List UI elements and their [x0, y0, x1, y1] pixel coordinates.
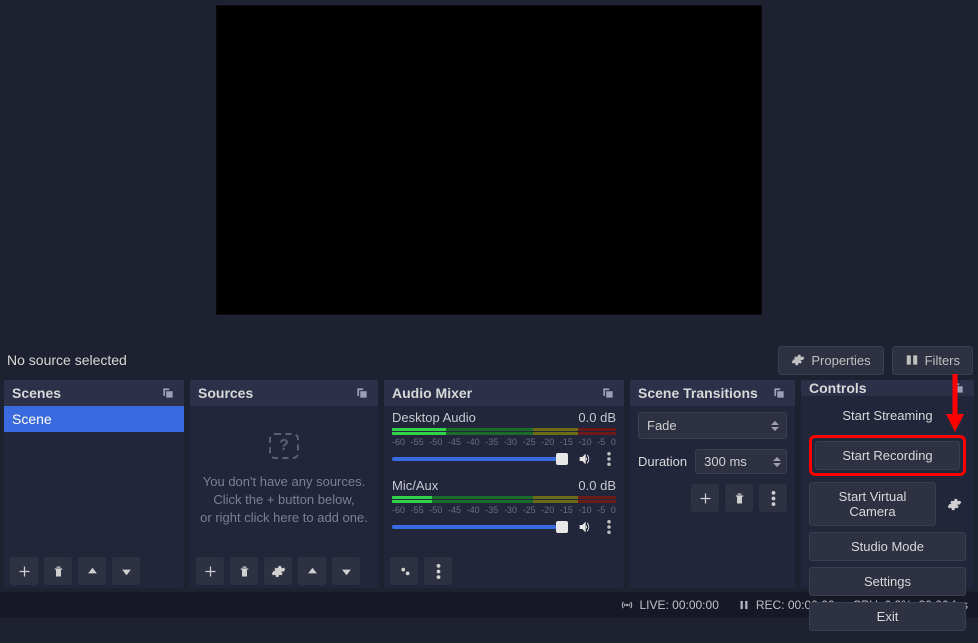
vu-meter — [392, 428, 616, 435]
channel-menu-button[interactable] — [602, 520, 616, 534]
speaker-icon[interactable] — [576, 518, 594, 536]
scene-transitions-dock: Scene Transitions Fade Duration 300 ms — [630, 380, 795, 588]
source-up-button[interactable] — [298, 557, 326, 585]
source-down-button[interactable] — [332, 557, 360, 585]
sources-empty-l2: Click the + button below, — [213, 491, 354, 509]
sources-empty[interactable]: ? You don't have any sources. Click the … — [190, 406, 378, 554]
scene-down-button[interactable] — [112, 557, 140, 585]
volume-slider[interactable] — [392, 457, 568, 461]
speaker-icon[interactable] — [576, 450, 594, 468]
channel-db: 0.0 dB — [578, 410, 616, 425]
exit-button[interactable]: Exit — [809, 602, 966, 631]
virtual-cam-settings-button[interactable] — [942, 490, 966, 518]
scenes-header: Scenes — [4, 380, 184, 406]
mixer-channel-micaux: Mic/Aux 0.0 dB -60-55-50-45-40-35-30-25-… — [384, 474, 624, 538]
duration-value: 300 ms — [704, 454, 747, 469]
start-streaming-button[interactable]: Start Streaming — [809, 402, 966, 429]
controls-title: Controls — [809, 380, 867, 396]
signal-icon — [620, 598, 634, 612]
updown-icon — [768, 413, 782, 438]
preview-area — [0, 0, 978, 340]
popout-icon[interactable] — [160, 385, 176, 401]
status-live: LIVE: 00:00:00 — [639, 598, 718, 612]
duration-spinbox[interactable]: 300 ms — [695, 449, 787, 474]
studio-mode-button[interactable]: Studio Mode — [809, 532, 966, 561]
add-source-button[interactable] — [196, 557, 224, 585]
vu-meter — [392, 496, 616, 503]
transition-select[interactable]: Fade — [638, 412, 787, 439]
transition-selected: Fade — [647, 418, 677, 433]
popout-icon[interactable] — [354, 385, 370, 401]
spin-icon[interactable] — [770, 450, 784, 473]
gear-icon — [791, 353, 805, 367]
duration-label: Duration — [638, 454, 687, 469]
start-virtual-camera-button[interactable]: Start Virtual Camera — [809, 482, 936, 526]
status-signal: LIVE: 00:00:00 — [620, 598, 718, 612]
mixer-title: Audio Mixer — [392, 385, 472, 401]
remove-source-button[interactable] — [230, 557, 258, 585]
sources-dock: Sources ? You don't have any sources. Cl… — [190, 380, 378, 588]
scene-up-button[interactable] — [78, 557, 106, 585]
remove-transition-button[interactable] — [725, 484, 753, 512]
vu-ticks: -60-55-50-45-40-35-30-25-20-15-10-50 — [392, 437, 616, 447]
preview-canvas[interactable] — [216, 5, 762, 315]
filters-icon — [905, 353, 919, 367]
sources-title: Sources — [198, 385, 253, 401]
popout-icon[interactable] — [600, 385, 616, 401]
no-source-label: No source selected — [7, 352, 127, 368]
source-settings-button[interactable] — [264, 557, 292, 585]
transitions-header: Scene Transitions — [630, 380, 795, 406]
transition-menu-button[interactable] — [759, 484, 787, 512]
transitions-title: Scene Transitions — [638, 385, 758, 401]
pause-icon — [737, 598, 751, 612]
mixer-settings-button[interactable] — [390, 557, 418, 585]
controls-dock: Controls Start Streaming Start Recording… — [801, 380, 974, 588]
scenes-title: Scenes — [12, 385, 61, 401]
sources-header: Sources — [190, 380, 378, 406]
mixer-channel-desktop: Desktop Audio 0.0 dB -60-55-50-45-40-35-… — [384, 406, 624, 470]
popout-icon[interactable] — [771, 385, 787, 401]
channel-name: Mic/Aux — [392, 478, 438, 493]
highlight-annotation: Start Recording — [809, 435, 966, 476]
popout-icon[interactable] — [950, 380, 966, 396]
scenes-dock: Scenes Scene — [4, 380, 184, 588]
controls-header: Controls — [801, 380, 974, 396]
sources-empty-l1: You don't have any sources. — [203, 473, 365, 491]
filters-button[interactable]: Filters — [892, 346, 973, 375]
channel-db: 0.0 dB — [578, 478, 616, 493]
start-recording-button[interactable]: Start Recording — [815, 441, 960, 470]
volume-slider[interactable] — [392, 525, 568, 529]
channel-name: Desktop Audio — [392, 410, 476, 425]
settings-button[interactable]: Settings — [809, 567, 966, 596]
mixer-menu-button[interactable] — [424, 557, 452, 585]
vu-ticks: -60-55-50-45-40-35-30-25-20-15-10-50 — [392, 505, 616, 515]
properties-button[interactable]: Properties — [778, 346, 883, 375]
audio-mixer-dock: Audio Mixer Desktop Audio 0.0 dB -60-55-… — [384, 380, 624, 588]
scene-item-selected[interactable]: Scene — [4, 406, 184, 432]
channel-menu-button[interactable] — [602, 452, 616, 466]
context-toolbar: No source selected Properties Filters — [0, 340, 978, 380]
add-scene-button[interactable] — [10, 557, 38, 585]
remove-scene-button[interactable] — [44, 557, 72, 585]
add-transition-button[interactable] — [691, 484, 719, 512]
mixer-header: Audio Mixer — [384, 380, 624, 406]
sources-empty-l3: or right click here to add one. — [200, 509, 368, 527]
question-icon: ? — [269, 433, 299, 459]
